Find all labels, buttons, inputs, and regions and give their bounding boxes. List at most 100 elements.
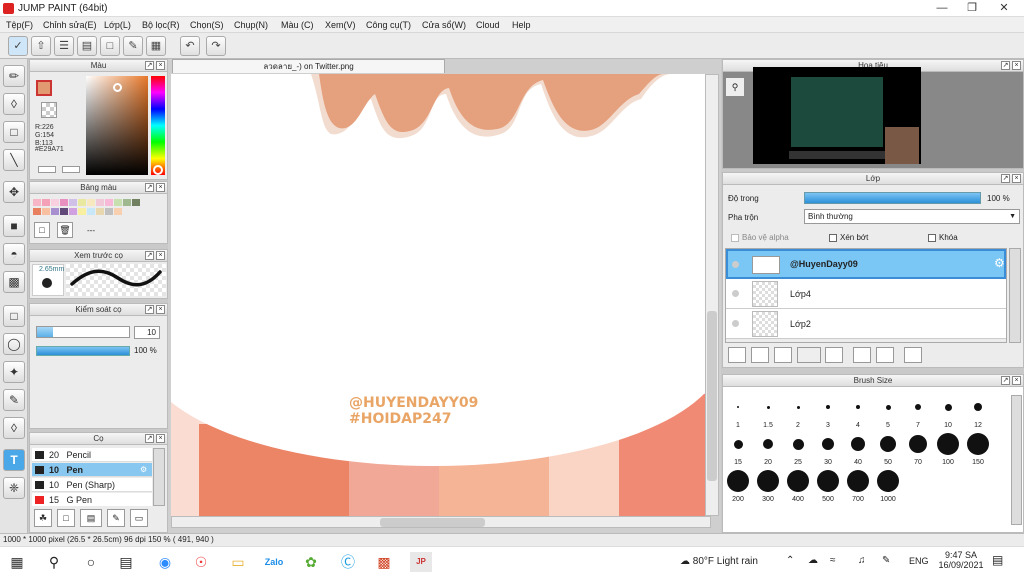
export-icon[interactable]: ⇧ bbox=[31, 36, 51, 56]
brush-settings-gear-icon[interactable]: ⚙ bbox=[140, 465, 148, 474]
line-tool-icon[interactable]: ╲ bbox=[3, 149, 25, 171]
menu-help[interactable]: Help bbox=[512, 20, 531, 30]
brushes-scrollbar[interactable] bbox=[153, 448, 165, 506]
lasso-tool-icon[interactable]: ◯ bbox=[3, 333, 25, 355]
tray-chevron-icon[interactable]: ⌃ bbox=[786, 555, 794, 566]
zoom-icon[interactable]: ⚲ bbox=[725, 77, 745, 97]
visibility-icon[interactable] bbox=[732, 320, 739, 327]
panel-close-icon[interactable]: × bbox=[156, 183, 165, 192]
drawing-canvas[interactable]: @HUYENDAYY09 #HOIDAP247 bbox=[171, 74, 705, 516]
bucket-tool-icon[interactable]: ◓ bbox=[3, 243, 25, 265]
brush-menu-icon[interactable]: ▤ bbox=[80, 509, 102, 527]
merge-layer-icon[interactable] bbox=[876, 347, 894, 363]
new-raster-layer-icon[interactable] bbox=[751, 347, 769, 363]
brush-item-pen-sharp[interactable]: 10 Pen (Sharp) bbox=[32, 478, 152, 492]
brush-size-option[interactable]: 12 bbox=[963, 393, 993, 429]
brush-size-option[interactable]: 3 bbox=[813, 393, 843, 429]
add-brush-icon[interactable]: ☘ bbox=[34, 509, 52, 527]
brush-folder-icon[interactable]: ▭ bbox=[130, 509, 148, 527]
select-rect-tool-icon[interactable]: □ bbox=[3, 305, 25, 327]
restore-button[interactable]: ❐ bbox=[958, 0, 986, 17]
delete-layer-icon[interactable] bbox=[904, 347, 922, 363]
close-button[interactable]: ✕ bbox=[990, 0, 1018, 17]
canvas-vertical-scrollbar[interactable] bbox=[705, 74, 719, 516]
windows-start-icon[interactable]: ▦ bbox=[6, 552, 28, 572]
clock[interactable]: 9:47 SA 16/09/2021 bbox=[936, 550, 986, 570]
new-halftone-layer-icon[interactable] bbox=[774, 347, 792, 363]
undo-icon[interactable]: ↶ bbox=[180, 36, 200, 56]
main-color-swatch[interactable] bbox=[36, 80, 52, 96]
brush-size-option[interactable]: 30 bbox=[813, 430, 843, 466]
grid-icon[interactable]: ▦ bbox=[146, 36, 166, 56]
duplicate-layer-icon[interactable] bbox=[853, 347, 871, 363]
eraser-tool-icon[interactable]: ◊ bbox=[3, 93, 25, 115]
canvas-horizontal-scrollbar[interactable] bbox=[171, 516, 711, 528]
new-palette-icon[interactable]: □ bbox=[34, 222, 50, 238]
visibility-icon[interactable] bbox=[732, 261, 739, 268]
menu-capture[interactable]: Chụp(N) bbox=[234, 20, 268, 30]
eyedropper-tool-icon[interactable]: ❈ bbox=[3, 477, 25, 499]
panel-close-icon[interactable]: × bbox=[156, 61, 165, 70]
panel-float-icon[interactable]: ↗ bbox=[145, 183, 154, 192]
protect-alpha-checkbox[interactable]: Bảo vệ alpha bbox=[731, 233, 789, 242]
hue-slider-handle[interactable] bbox=[153, 165, 163, 175]
brush-size-option[interactable]: 200 bbox=[723, 467, 753, 503]
brush-size-option[interactable]: 400 bbox=[783, 467, 813, 503]
panel-float-icon[interactable]: ↗ bbox=[1001, 376, 1010, 385]
magic-wand-tool-icon[interactable]: ✦ bbox=[3, 361, 25, 383]
palette-swatches[interactable] bbox=[33, 199, 167, 219]
lock-checkbox[interactable]: Khóa bbox=[928, 233, 958, 242]
menu-color[interactable]: Màu (C) bbox=[281, 20, 314, 30]
brush-size-option[interactable]: 20 bbox=[753, 430, 783, 466]
app-green-icon[interactable]: ✿ bbox=[300, 552, 322, 572]
weather-widget[interactable]: ☁ 80°F Light rain bbox=[680, 556, 758, 567]
file-explorer-icon[interactable]: ▭ bbox=[227, 552, 249, 572]
layer-add-menu-icon[interactable] bbox=[797, 347, 821, 363]
text-tool-icon[interactable]: T bbox=[3, 449, 25, 471]
shape-tool-icon[interactable]: □ bbox=[3, 121, 25, 143]
new-layer-icon[interactable] bbox=[728, 347, 746, 363]
select-eraser-tool-icon[interactable]: ◊ bbox=[3, 417, 25, 439]
jump-paint-taskbar-icon[interactable]: JP bbox=[410, 552, 432, 572]
minimize-button[interactable]: — bbox=[928, 0, 956, 17]
brush-size-option[interactable]: 10 bbox=[933, 393, 963, 429]
reset-color-button[interactable] bbox=[62, 166, 80, 173]
menu-view[interactable]: Xem(V) bbox=[325, 20, 356, 30]
comment-icon[interactable]: ☰ bbox=[54, 36, 74, 56]
move-tool-icon[interactable]: ✥ bbox=[3, 181, 25, 203]
gradient-tool-icon[interactable]: ▩ bbox=[3, 271, 25, 293]
layers-scrollbar[interactable] bbox=[1009, 248, 1021, 343]
brush-size-option[interactable]: 70 bbox=[903, 430, 933, 466]
new-brush-icon[interactable]: □ bbox=[57, 509, 75, 527]
blend-mode-select[interactable]: Bình thường ▼ bbox=[804, 209, 1020, 224]
layer-opacity-slider[interactable] bbox=[804, 192, 981, 204]
language-indicator[interactable]: ENG bbox=[909, 556, 929, 566]
task-view-icon[interactable]: ▤ bbox=[115, 552, 137, 572]
powerpoint-icon[interactable]: ▩ bbox=[373, 552, 395, 572]
brush-item-g-pen[interactable]: 15 G Pen bbox=[32, 493, 152, 506]
brush-size-option[interactable]: 50 bbox=[873, 430, 903, 466]
page-edit-icon[interactable]: ✎ bbox=[123, 36, 143, 56]
panel-float-icon[interactable]: ↗ bbox=[145, 305, 154, 314]
panel-float-icon[interactable]: ↗ bbox=[145, 434, 154, 443]
list-icon[interactable]: ▤ bbox=[77, 36, 97, 56]
menu-edit[interactable]: Chỉnh sửa(E) bbox=[43, 20, 97, 30]
brush-item-pen[interactable]: 10 Pen bbox=[32, 463, 152, 477]
panel-float-icon[interactable]: ↗ bbox=[145, 61, 154, 70]
brush-tool-icon[interactable]: ✏ bbox=[3, 65, 25, 87]
chrome-icon[interactable]: ☉ bbox=[190, 552, 212, 572]
menu-layer[interactable]: Lớp(L) bbox=[104, 20, 131, 30]
fill-rect-tool-icon[interactable]: ■ bbox=[3, 215, 25, 237]
brush-size-option[interactable]: 1 bbox=[723, 393, 753, 429]
layer-row[interactable]: Lớp4 bbox=[726, 279, 1006, 309]
panel-close-icon[interactable]: × bbox=[1012, 174, 1021, 183]
brush-item-pencil[interactable]: 20 Pencil bbox=[32, 448, 152, 462]
brush-size-option[interactable]: 150 bbox=[963, 430, 993, 466]
wifi-icon[interactable]: ≈ bbox=[830, 555, 836, 566]
delete-palette-icon[interactable]: 🗑 bbox=[57, 222, 73, 238]
brush-size-option[interactable]: 15 bbox=[723, 430, 753, 466]
zalo-icon[interactable]: Zalo bbox=[263, 552, 285, 572]
transparent-color-swatch[interactable] bbox=[41, 102, 57, 118]
brush-size-scrollbar[interactable] bbox=[1011, 395, 1022, 525]
brush-size-option[interactable]: 100 bbox=[933, 430, 963, 466]
